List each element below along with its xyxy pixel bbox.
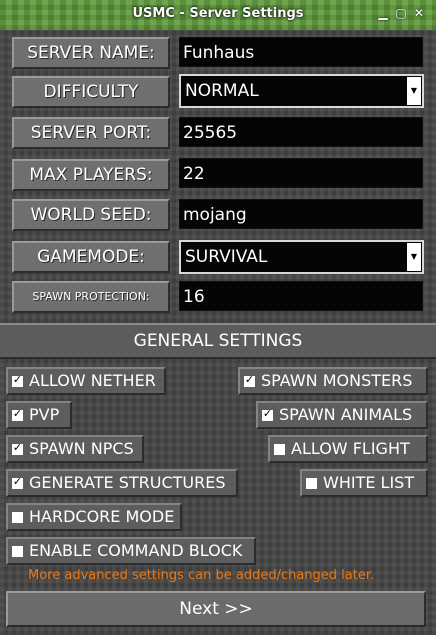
generate-structures-checkbox[interactable]: ✓ GENERATE STRUCTURES	[6, 469, 238, 497]
hardcore-mode-label: HARDCORE MODE	[29, 507, 175, 526]
spawn-npcs-checkbox[interactable]: ✓ SPAWN NPCS	[6, 435, 144, 463]
spawn-monsters-label: SPAWN MONSTERS	[261, 371, 413, 390]
hardcore-mode-checkbox[interactable]: HARDCORE MODE	[6, 503, 182, 531]
white-list-checkbox[interactable]: WHITE LIST	[300, 469, 428, 497]
checkbox-icon	[12, 512, 23, 523]
difficulty-select[interactable]: NORMAL ▼	[179, 74, 424, 108]
difficulty-value: NORMAL	[185, 81, 259, 101]
server-name-label: SERVER NAME:	[12, 37, 170, 69]
check-icon: ✓	[262, 407, 273, 420]
spawn-protection-label: SPAWN PROTECTION:	[12, 281, 170, 313]
server-name-input[interactable]: Funhaus	[179, 37, 423, 67]
checkbox-icon	[12, 546, 23, 557]
chevron-down-icon[interactable]: ▼	[407, 243, 421, 271]
chevron-down-icon[interactable]: ▼	[407, 77, 421, 105]
world-seed-label: WORLD SEED:	[12, 199, 170, 231]
allow-nether-label: ALLOW NETHER	[29, 371, 156, 390]
check-icon: ✓	[12, 441, 23, 454]
generate-structures-label: GENERATE STRUCTURES	[29, 473, 226, 492]
next-button[interactable]: Next >>	[6, 591, 426, 627]
gamemode-select[interactable]: SURVIVAL ▼	[179, 240, 424, 274]
allow-flight-checkbox[interactable]: ALLOW FLIGHT	[268, 435, 428, 463]
pvp-label: PVP	[29, 405, 60, 424]
spawn-animals-label: SPAWN ANIMALS	[279, 405, 413, 424]
allow-flight-label: ALLOW FLIGHT	[291, 439, 410, 458]
difficulty-label: DIFFICULTY	[12, 76, 170, 108]
spawn-npcs-label: SPAWN NPCS	[29, 439, 134, 458]
checkbox-icon: ✓	[262, 407, 273, 421]
check-icon: ✓	[12, 475, 23, 488]
spawn-animals-checkbox[interactable]: ✓ SPAWN ANIMALS	[256, 401, 428, 429]
max-players-label: MAX PLAYERS:	[12, 159, 170, 191]
world-seed-input[interactable]: mojang	[179, 199, 423, 229]
checkbox-icon	[274, 444, 285, 455]
check-icon: ✓	[244, 373, 255, 386]
gamemode-label: GAMEMODE:	[12, 241, 170, 273]
spawn-protection-input[interactable]: 16	[179, 281, 423, 311]
checkbox-icon: ✓	[12, 441, 23, 455]
checkbox-icon: ✓	[12, 475, 23, 489]
advanced-settings-note: More advanced settings can be added/chan…	[28, 568, 375, 583]
gamemode-value: SURVIVAL	[185, 247, 268, 267]
white-list-label: WHITE LIST	[323, 473, 415, 492]
checkbox-icon: ✓	[244, 373, 255, 387]
allow-nether-checkbox[interactable]: ✓ ALLOW NETHER	[6, 367, 166, 395]
close-icon[interactable]: ✕	[408, 4, 430, 22]
check-icon: ✓	[12, 407, 23, 420]
max-players-input[interactable]: 22	[179, 158, 423, 188]
enable-command-block-label: ENABLE COMMAND BLOCK	[29, 541, 243, 560]
title-bar: USMC - Server Settings ▁ ▢ ✕	[0, 0, 436, 30]
server-port-input[interactable]: 25565	[179, 117, 423, 147]
checkbox-icon: ✓	[12, 407, 23, 421]
general-settings-header: GENERAL SETTINGS	[0, 323, 436, 359]
server-port-label: SERVER PORT:	[12, 117, 170, 149]
check-icon: ✓	[12, 373, 23, 386]
enable-command-block-checkbox[interactable]: ENABLE COMMAND BLOCK	[6, 537, 256, 565]
pvp-checkbox[interactable]: ✓ PVP	[6, 401, 72, 429]
window-title: USMC - Server Settings	[132, 6, 304, 21]
checkbox-icon	[306, 478, 317, 489]
checkbox-icon: ✓	[12, 373, 23, 387]
spawn-monsters-checkbox[interactable]: ✓ SPAWN MONSTERS	[238, 367, 428, 395]
